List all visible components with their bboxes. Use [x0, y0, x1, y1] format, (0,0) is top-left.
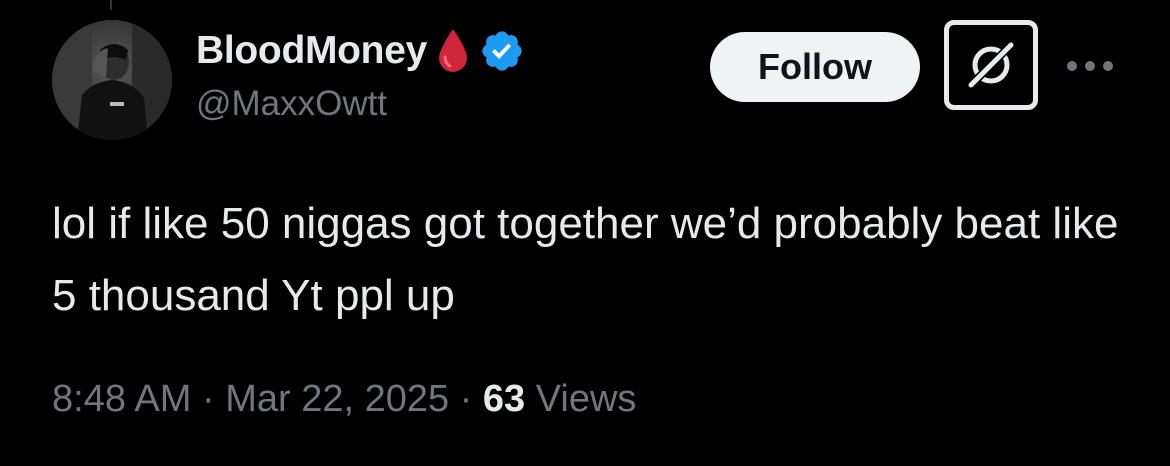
display-name[interactable]: BloodMoney [196, 29, 427, 73]
tweet-text: lol if like 50 niggas got together we’d … [52, 199, 1131, 320]
views-label: Views [525, 378, 637, 420]
author-handle[interactable]: @MaxxOwtt [196, 84, 387, 124]
grok-icon [966, 40, 1016, 90]
drop-of-blood-icon [435, 27, 471, 75]
meta-separator: · [191, 378, 226, 420]
follow-button[interactable]: Follow [710, 32, 920, 102]
avatar[interactable] [52, 20, 172, 140]
avatar-image [52, 20, 172, 140]
thread-connector-line [110, 0, 112, 10]
views-count[interactable]: 63 [483, 378, 525, 421]
verified-badge-icon[interactable] [479, 28, 525, 74]
more-icon [1067, 61, 1113, 71]
tweet-time[interactable]: 8:48 AM [52, 378, 191, 421]
author-name-row: BloodMoney [196, 24, 525, 78]
tweet-meta: 8:48 AM · Mar 22, 2025 · 63 Views [52, 378, 636, 421]
grok-button[interactable] [944, 20, 1038, 110]
tweet-date[interactable]: Mar 22, 2025 [225, 378, 449, 421]
meta-separator: · [449, 378, 483, 420]
more-options-button[interactable] [1064, 52, 1116, 80]
